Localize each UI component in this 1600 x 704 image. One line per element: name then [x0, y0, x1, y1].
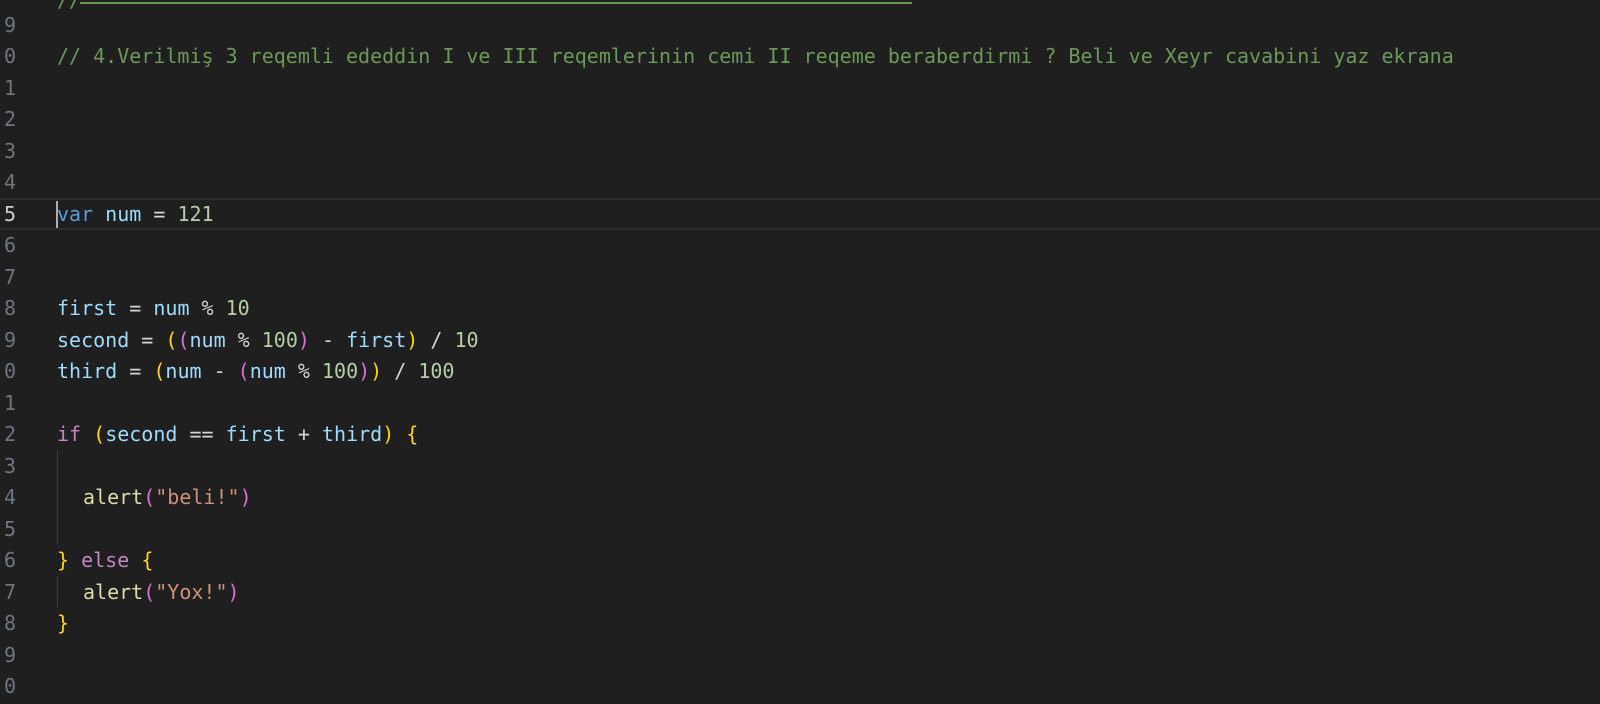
code-line[interactable]: 4 alert("beli!") — [0, 481, 1600, 513]
indent-guide — [57, 450, 58, 544]
task-comment: // 4.Verilmiş 3 reqemli ededdin I ve III… — [57, 44, 1454, 68]
code-line[interactable]: 9 — [0, 9, 1600, 41]
line-number: 0 — [3, 44, 16, 68]
line-number: 5 — [3, 517, 16, 541]
line-number: 8 — [3, 296, 16, 320]
line-number: 9 — [3, 643, 16, 667]
code-text: second = ((num % 100) - first) / 10 — [57, 328, 479, 352]
code-line[interactable]: 2 — [0, 103, 1600, 135]
code-line[interactable]: 1 — [0, 387, 1600, 419]
code-text: var num = 121 — [57, 202, 214, 226]
line-number: 4 — [3, 485, 16, 509]
indent-guide — [57, 576, 58, 607]
code-line[interactable]: 9 — [0, 639, 1600, 671]
code-text: } else { — [57, 548, 154, 572]
code-line[interactable]: 3 — [0, 135, 1600, 167]
line-number: 7 — [3, 580, 16, 604]
code-line[interactable]: 2 if (second == first + third) { — [0, 418, 1600, 450]
code-line[interactable]: 7 — [0, 261, 1600, 293]
current-code-line[interactable]: 5 var num = 121 — [0, 198, 1600, 230]
line-number: 2 — [3, 107, 16, 131]
code-line[interactable]: 5 — [0, 513, 1600, 545]
line-number: 0 — [3, 674, 16, 698]
line-number: 9 — [3, 328, 16, 352]
line-number: 5 — [3, 202, 16, 226]
code-text: first = num % 10 — [57, 296, 250, 320]
line-number: 0 — [3, 359, 16, 383]
line-number: 6 — [3, 233, 16, 257]
code-text: alert("beli!") — [83, 485, 252, 509]
code-line[interactable]: 0 // 4.Verilmiş 3 reqemli ededdin I ve I… — [0, 40, 1600, 72]
line-number: 8 — [3, 611, 16, 635]
code-line[interactable]: 0 third = (num - (num % 100)) / 100 — [0, 355, 1600, 387]
line-number: 3 — [3, 454, 16, 478]
code-line[interactable]: 6 — [0, 229, 1600, 261]
line-number: 6 — [3, 548, 16, 572]
line-number: 9 — [3, 13, 16, 37]
code-text: alert("Yox!") — [83, 580, 240, 604]
code-line[interactable]: 4 — [0, 166, 1600, 198]
code-line[interactable]: 3 — [0, 450, 1600, 482]
text-cursor — [56, 201, 58, 228]
code-text: third = (num - (num % 100)) / 100 — [57, 359, 455, 383]
code-line[interactable]: 9 second = ((num % 100) - first) / 10 — [0, 324, 1600, 356]
code-text: if (second == first + third) { — [57, 422, 419, 446]
code-line[interactable]: 1 — [0, 72, 1600, 104]
line-number: 1 — [3, 76, 16, 100]
code-line[interactable]: 0 — [0, 670, 1600, 702]
code-editor[interactable]: // 9 0 // 4.Verilmiş 3 reqemli ededdin I… — [0, 0, 1600, 704]
code-line[interactable]: 8 } — [0, 607, 1600, 639]
top-comment-rule — [80, 2, 912, 4]
line-number: 1 — [3, 391, 16, 415]
line-number: 7 — [3, 265, 16, 289]
code-line[interactable]: 6 } else { — [0, 544, 1600, 576]
line-number: 4 — [3, 170, 16, 194]
line-number: 2 — [3, 422, 16, 446]
code-line[interactable]: 8 first = num % 10 — [0, 292, 1600, 324]
line-number: 3 — [3, 139, 16, 163]
code-text: } — [57, 611, 70, 635]
code-line[interactable]: 7 alert("Yox!") — [0, 576, 1600, 608]
